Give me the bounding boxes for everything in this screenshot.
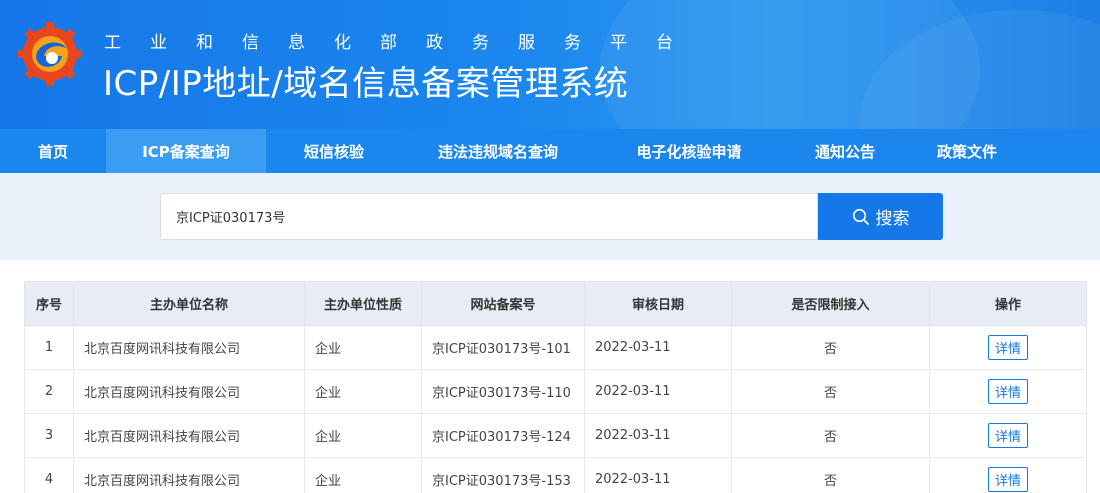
column-header: 序号: [24, 281, 74, 326]
column-header: 网站备案号: [421, 281, 585, 326]
organizer-type: 企业: [304, 413, 422, 458]
table-row: 3 北京百度网讯科技有限公司 企业 京ICP证030173号-124 2022-…: [24, 413, 1087, 458]
record-number: 京ICP证030173号-153: [421, 457, 585, 493]
action-cell: 详情: [929, 413, 1087, 458]
table-row: 4 北京百度网讯科技有限公司 企业 京ICP证030173号-153 2022-…: [24, 457, 1087, 493]
review-date: 2022-03-11: [584, 413, 732, 458]
search-area: 搜索: [0, 173, 1100, 260]
nav-icp-query[interactable]: ICP备案查询: [106, 129, 266, 173]
nav-policy-docs[interactable]: 政策文件: [906, 129, 1028, 173]
row-index: 1: [24, 325, 74, 370]
search-icon: [852, 208, 869, 225]
review-date: 2022-03-11: [584, 457, 732, 493]
search-input[interactable]: [160, 193, 818, 240]
column-header: 主办单位性质: [304, 281, 422, 326]
review-date: 2022-03-11: [584, 369, 732, 414]
ministry-logo-icon: [18, 22, 82, 86]
details-button[interactable]: 详情: [987, 335, 1028, 360]
nav-notices[interactable]: 通知公告: [784, 129, 906, 173]
details-button[interactable]: 详情: [987, 379, 1028, 404]
details-button[interactable]: 详情: [987, 467, 1028, 492]
nav-home[interactable]: 首页: [0, 129, 106, 173]
system-title: ICP/IP地址/域名信息备案管理系统: [103, 64, 629, 104]
table-row: 1 北京百度网讯科技有限公司 企业 京ICP证030173号-101 2022-…: [24, 325, 1087, 370]
column-header: 是否限制接入: [731, 281, 930, 326]
results-table: 序号 主办单位名称 主办单位性质 网站备案号 审核日期 是否限制接入 操作 1 …: [24, 281, 1087, 493]
column-header: 审核日期: [584, 281, 732, 326]
organizer-name: 北京百度网讯科技有限公司: [73, 413, 305, 458]
nav-sms-verify[interactable]: 短信核验: [266, 129, 402, 173]
table-row: 2 北京百度网讯科技有限公司 企业 京ICP证030173号-110 2022-…: [24, 369, 1087, 414]
record-number: 京ICP证030173号-101: [421, 325, 585, 370]
record-number: 京ICP证030173号-110: [421, 369, 585, 414]
search-button-label: 搜索: [875, 209, 910, 229]
results-table-container: 序号 主办单位名称 主办单位性质 网站备案号 审核日期 是否限制接入 操作 1 …: [24, 281, 1087, 493]
access-restricted: 否: [731, 413, 930, 458]
search-button[interactable]: 搜索: [818, 193, 943, 240]
organizer-type: 企业: [304, 457, 422, 493]
details-button[interactable]: 详情: [987, 423, 1028, 448]
record-number: 京ICP证030173号-124: [421, 413, 585, 458]
platform-subtitle: 工业和信息化部政务服务平台: [104, 33, 702, 53]
organizer-name: 北京百度网讯科技有限公司: [73, 457, 305, 493]
main-nav: 首页 ICP备案查询 短信核验 违法违规域名查询 电子化核验申请 通知公告 政策…: [0, 129, 1100, 173]
organizer-name: 北京百度网讯科技有限公司: [73, 325, 305, 370]
review-date: 2022-03-11: [584, 325, 732, 370]
column-header: 主办单位名称: [73, 281, 305, 326]
access-restricted: 否: [731, 369, 930, 414]
header-banner: 工业和信息化部政务服务平台 ICP/IP地址/域名信息备案管理系统: [0, 0, 1100, 129]
organizer-type: 企业: [304, 325, 422, 370]
access-restricted: 否: [731, 457, 930, 493]
organizer-type: 企业: [304, 369, 422, 414]
row-index: 3: [24, 413, 74, 458]
column-header: 操作: [929, 281, 1087, 326]
action-cell: 详情: [929, 457, 1087, 493]
access-restricted: 否: [731, 325, 930, 370]
row-index: 4: [24, 457, 74, 493]
row-index: 2: [24, 369, 74, 414]
action-cell: 详情: [929, 369, 1087, 414]
organizer-name: 北京百度网讯科技有限公司: [73, 369, 305, 414]
table-header-row: 序号 主办单位名称 主办单位性质 网站备案号 审核日期 是否限制接入 操作: [24, 281, 1087, 326]
nav-illegal-domain-query[interactable]: 违法违规域名查询: [402, 129, 594, 173]
nav-e-verify-apply[interactable]: 电子化核验申请: [594, 129, 784, 173]
action-cell: 详情: [929, 325, 1087, 370]
